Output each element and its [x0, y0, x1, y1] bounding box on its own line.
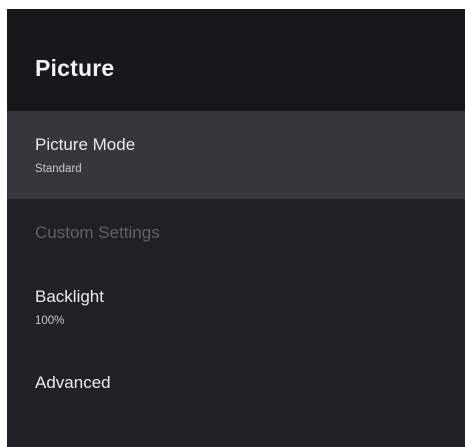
menu-item-label: Custom Settings — [35, 223, 160, 242]
menu-item-advanced[interactable]: Advanced — [7, 349, 465, 409]
menu-item-value: 100% — [35, 315, 65, 327]
menu-item-label: Picture Mode — [35, 135, 136, 154]
menu-item-label: Advanced — [35, 373, 111, 392]
menu-item-label: Backlight — [35, 287, 104, 306]
page-title: Picture — [35, 55, 115, 81]
menu-item-backlight[interactable]: Backlight 100% — [7, 265, 465, 339]
settings-panel: Picture Picture Mode Standard Custom Set… — [7, 9, 465, 447]
menu-item-value: Standard — [35, 163, 82, 175]
menu-item-custom-settings: Custom Settings — [7, 199, 465, 249]
panel-header: Picture — [7, 9, 465, 111]
menu-item-picture-mode[interactable]: Picture Mode Standard — [7, 111, 465, 199]
